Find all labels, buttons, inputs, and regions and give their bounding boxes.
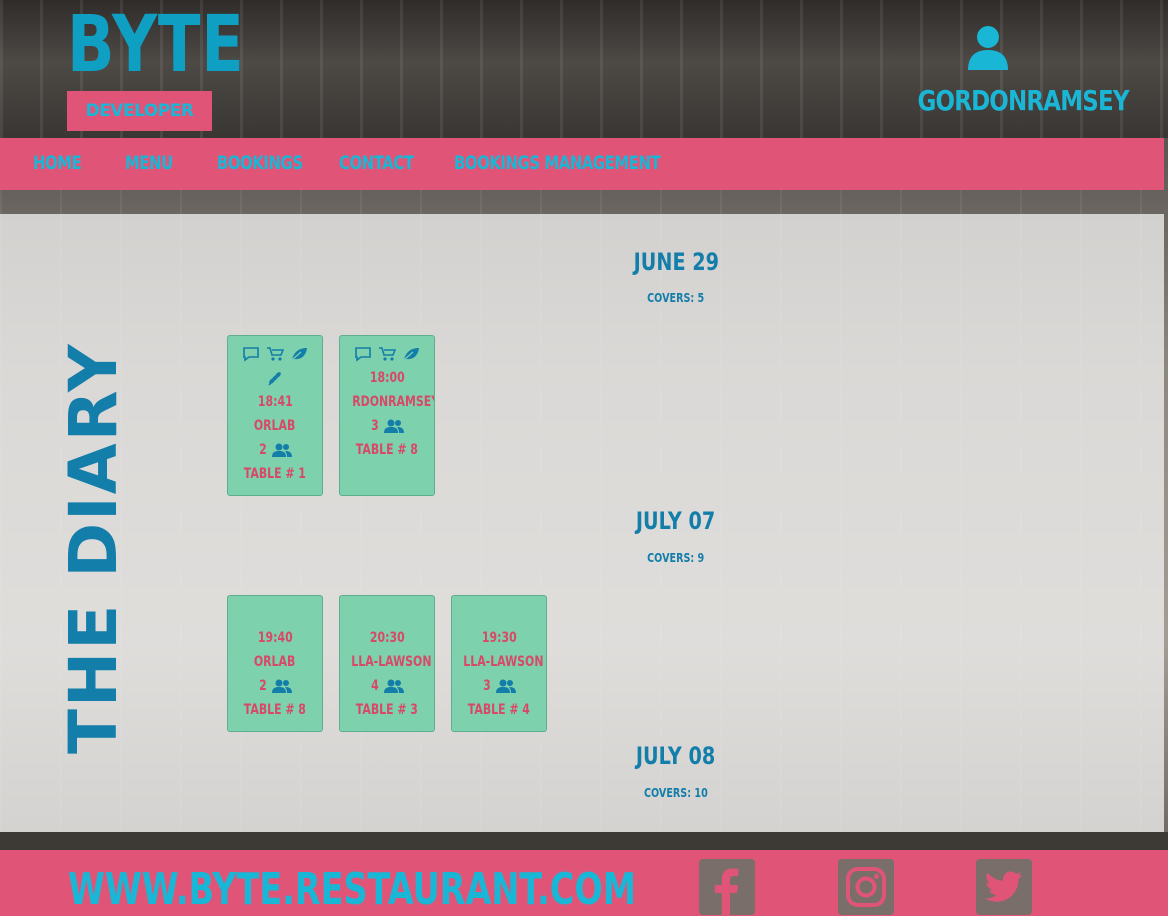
brand-tagline: DEVELOPER DINER [67,91,212,161]
facebook-icon[interactable] [699,859,755,915]
header: BYTE DEVELOPER DINER GORDONRAMSEY [0,0,1168,161]
main-nav: HOME MENU BOOKINGS CONTACT BOOKINGS MANA… [0,138,1164,190]
people-icon [271,443,292,457]
leaf-icon [403,348,419,361]
day-covers: COVERS: 9 [647,551,705,565]
site-url[interactable]: WWW.BYTE.RESTAURANT.COM [68,864,636,915]
people-icon [383,419,404,433]
leaf-icon [291,348,307,361]
booking-guests: 2 [228,438,322,462]
booking-card[interactable]: 19:40 ORLAB 2 TABLE # 8 [227,595,323,732]
booking-time: 18:00 [369,370,405,386]
footer: WWW.BYTE.RESTAURANT.COM [0,850,1168,916]
nav-bookings-management[interactable]: BOOKINGS MANAGEMENT [454,152,661,174]
diary-panel: THE DIARY JUNE 29 COVERS: 5 18:41 ORLAB … [0,214,1164,832]
diary-title: THE DIARY [55,342,132,754]
booking-card[interactable]: 19:30 LLA-LAWSON 3 TABLE # 4 [451,595,547,732]
day-covers: COVERS: 10 [644,786,708,800]
booking-name: ORLAB [254,654,296,670]
nav-menu[interactable]: MENU [125,152,173,174]
booking-table: TABLE # 8 [243,702,307,718]
people-icon [383,679,404,693]
booking-card[interactable]: 18:00 RDONRAMSEY 3 TABLE # 8 [339,335,435,496]
booking-table: TABLE # 8 [355,442,419,458]
booking-guests: 3 [452,674,546,698]
nav-bookings[interactable]: BOOKINGS [217,152,303,174]
day-heading: JUNE 29 [633,248,719,276]
booking-time: 18:41 [257,394,293,410]
booking-card[interactable]: 18:41 ORLAB 2 TABLE # 1 [227,335,323,496]
booking-time: 20:30 [369,630,405,646]
day-heading: JULY 08 [636,742,716,770]
booking-flags-row2 [228,366,322,390]
wheat-icon [268,372,281,386]
day-heading: JULY 07 [636,507,716,535]
stroller-icon [379,347,396,361]
instagram-icon[interactable] [838,859,894,915]
comment-icon [355,347,371,362]
user-icon[interactable] [966,24,1010,70]
nav-contact[interactable]: CONTACT [339,152,414,174]
username[interactable]: GORDONRAMSEY [917,84,1129,117]
comment-icon [243,347,259,362]
people-icon [495,679,516,693]
booking-table: TABLE # 4 [467,702,531,718]
booking-guests: 3 [340,414,434,438]
booking-guests: 2 [228,674,322,698]
footer-divider [0,832,1168,850]
day-covers: COVERS: 5 [647,291,705,305]
booking-table: TABLE # 3 [355,702,419,718]
booking-card[interactable]: 20:30 LLA-LAWSON 4 TABLE # 3 [339,595,435,732]
twitter-icon[interactable] [976,859,1032,915]
booking-time: 19:30 [481,630,517,646]
booking-name: LLA-LAWSON [351,654,432,670]
booking-name: ORLAB [254,418,296,434]
booking-table: TABLE # 1 [243,466,307,482]
nav-home[interactable]: HOME [33,152,82,174]
booking-name: RDONRAMSEY [352,394,434,410]
people-icon [271,679,292,693]
stroller-icon [267,347,284,361]
booking-flags [340,342,434,366]
booking-name: LLA-LAWSON [463,654,544,670]
brand-logo[interactable]: BYTE [67,4,245,86]
booking-flags [228,342,322,366]
booking-time: 19:40 [257,630,293,646]
booking-guests: 4 [340,674,434,698]
